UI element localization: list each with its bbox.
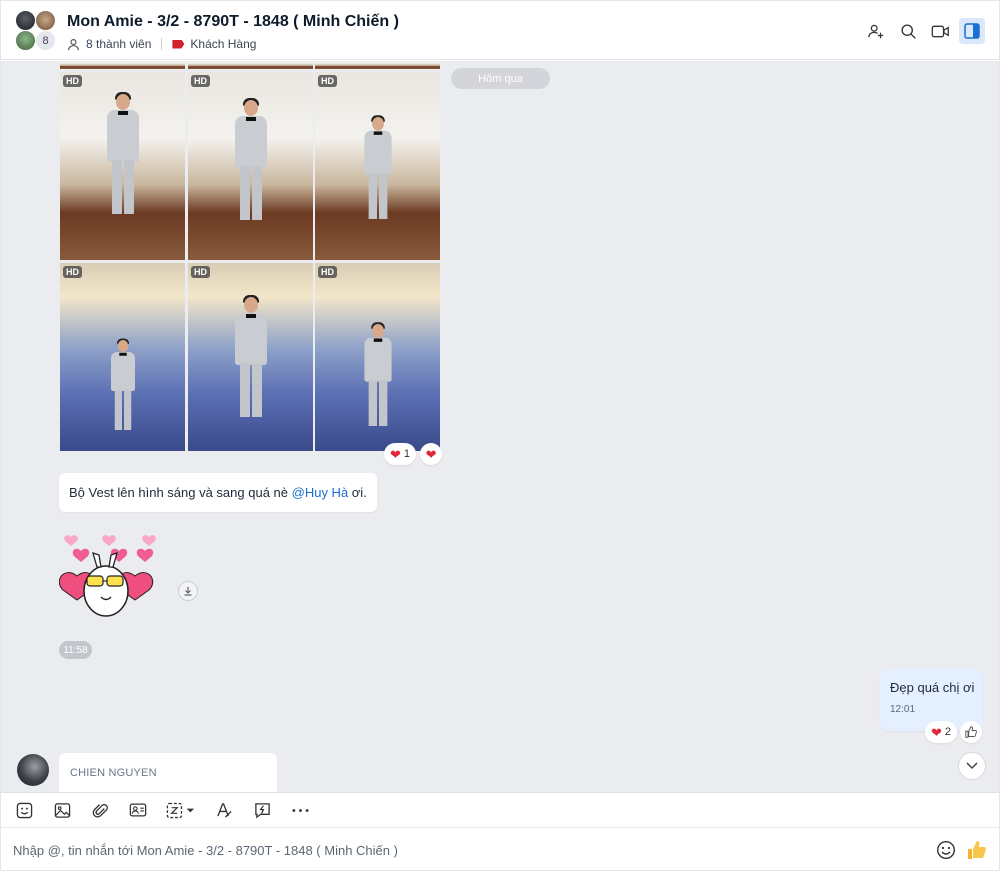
quick-message-button[interactable]	[249, 797, 275, 823]
message-bubble[interactable]: Bộ Vest lên hình sáng và sang quá nè @Hu…	[59, 473, 377, 512]
reaction-count: 1	[403, 448, 411, 460]
more-icon	[291, 808, 309, 812]
hd-badge: HD	[63, 75, 82, 87]
photo-thumbnail[interactable]	[60, 61, 185, 69]
download-icon	[184, 587, 192, 596]
attach-button[interactable]	[87, 797, 113, 823]
send-like-button[interactable]	[965, 838, 989, 862]
heart-icon: ❤	[390, 446, 401, 462]
message-input[interactable]	[13, 838, 913, 862]
group-avatar[interactable]: 8	[15, 10, 57, 52]
photo-album: HD HD HD HD HD HD	[60, 61, 441, 453]
photo-thumbnail[interactable]: HD	[315, 72, 440, 260]
thumbs-up-icon	[968, 841, 986, 859]
message-text: Bộ Vest lên hình sáng và sang quá nè	[69, 485, 292, 500]
photo-thumbnail[interactable]	[315, 61, 440, 69]
photo-subject	[363, 322, 394, 426]
react-button[interactable]: ❤	[420, 443, 443, 465]
format-text-icon	[216, 802, 232, 818]
photo-thumbnail[interactable]: HD	[188, 72, 313, 260]
header-actions	[863, 18, 985, 44]
sender-name: CHIEN NGUYEN	[70, 767, 157, 779]
attach-icon	[92, 803, 108, 818]
photo-thumbnail[interactable]: HD	[188, 263, 313, 451]
conversation-meta: 8 thành viên Khách Hàng	[67, 37, 256, 51]
quick-message-icon	[254, 802, 270, 818]
like-button[interactable]	[960, 721, 983, 743]
heart-icon: ❤	[931, 724, 942, 740]
message-time: 11:58	[59, 641, 92, 659]
reaction-count: 2	[944, 726, 952, 738]
photo-thumbnail[interactable]: HD	[60, 263, 185, 451]
image-button[interactable]	[49, 797, 75, 823]
date-separator: Hôm qua	[451, 68, 550, 89]
contact-card-icon	[129, 803, 147, 817]
reaction-summary[interactable]: ❤ 1	[384, 443, 417, 465]
sticker-image[interactable]	[59, 531, 159, 626]
hd-badge: HD	[318, 266, 337, 278]
sidebar-toggle-button[interactable]	[959, 18, 985, 44]
composer-toolbar	[0, 792, 1000, 827]
sticker-button[interactable]	[11, 797, 37, 823]
photo-reactions: ❤ 1 ❤	[384, 443, 443, 465]
chevron-down-icon	[966, 762, 978, 770]
mention-link[interactable]: @Huy Hà	[292, 485, 349, 500]
contact-card-button[interactable]	[125, 797, 151, 823]
photo-thumbnail[interactable]: HD	[315, 263, 440, 451]
avatar[interactable]	[17, 754, 49, 786]
photo-subject	[233, 295, 269, 417]
download-button[interactable]	[178, 581, 198, 601]
conversation-tag[interactable]: Khách Hàng	[190, 37, 256, 51]
search-button[interactable]	[895, 18, 921, 44]
photo-subject	[110, 338, 137, 430]
message-text: ơi.	[348, 485, 367, 500]
format-text-button[interactable]	[211, 797, 237, 823]
member-avatar	[15, 30, 36, 51]
photo-thumbnail[interactable]	[188, 61, 313, 69]
screenshot-button[interactable]	[163, 797, 199, 823]
photo-subject	[105, 92, 141, 214]
heart-icon: ❤	[425, 446, 437, 462]
member-avatar	[15, 10, 36, 31]
image-icon	[54, 802, 70, 818]
message-reactions: ❤ 2	[925, 721, 983, 743]
divider	[161, 38, 163, 50]
hd-badge: HD	[191, 75, 210, 87]
hd-badge: HD	[63, 266, 82, 278]
emoji-icon	[936, 840, 956, 860]
photo-thumbnail[interactable]: HD	[60, 72, 185, 260]
composer	[0, 827, 1000, 871]
conversation-title[interactable]: Mon Amie - 3/2 - 8790T - 1848 ( Minh Chi…	[67, 13, 399, 31]
member-count-badge: 8	[35, 30, 56, 51]
message-list[interactable]: HD HD HD HD HD HD ❤ 1 ❤ Hôm qua Bộ Vest …	[0, 61, 1000, 792]
video-call-button[interactable]	[927, 18, 953, 44]
search-icon	[900, 23, 916, 39]
message-bubble[interactable]: CHIEN NGUYEN	[59, 753, 277, 792]
sidebar-toggle-icon	[964, 23, 980, 39]
thumbs-up-icon	[965, 726, 977, 738]
scroll-to-bottom-button[interactable]	[958, 752, 986, 780]
hd-badge: HD	[318, 75, 337, 87]
emoji-button[interactable]	[935, 839, 957, 861]
chat-header: 8 Mon Amie - 3/2 - 8790T - 1848 ( Minh C…	[0, 0, 1000, 60]
screenshot-icon	[166, 802, 195, 818]
photo-subject	[233, 98, 269, 220]
add-member-button[interactable]	[863, 18, 889, 44]
message-time: 12:01	[890, 704, 916, 715]
sticker-icon	[16, 802, 32, 818]
hd-badge: HD	[191, 266, 210, 278]
reaction-summary[interactable]: ❤ 2	[925, 721, 958, 743]
add-member-icon	[868, 24, 884, 39]
members-icon	[68, 38, 79, 50]
members-count-link[interactable]: 8 thành viên	[86, 37, 151, 51]
video-call-icon	[931, 25, 949, 37]
tag-icon	[172, 39, 185, 49]
more-button[interactable]	[287, 797, 313, 823]
member-avatar	[35, 10, 56, 31]
photo-subject	[363, 115, 394, 219]
message-text: Đẹp quá chị ơi	[890, 680, 975, 695]
